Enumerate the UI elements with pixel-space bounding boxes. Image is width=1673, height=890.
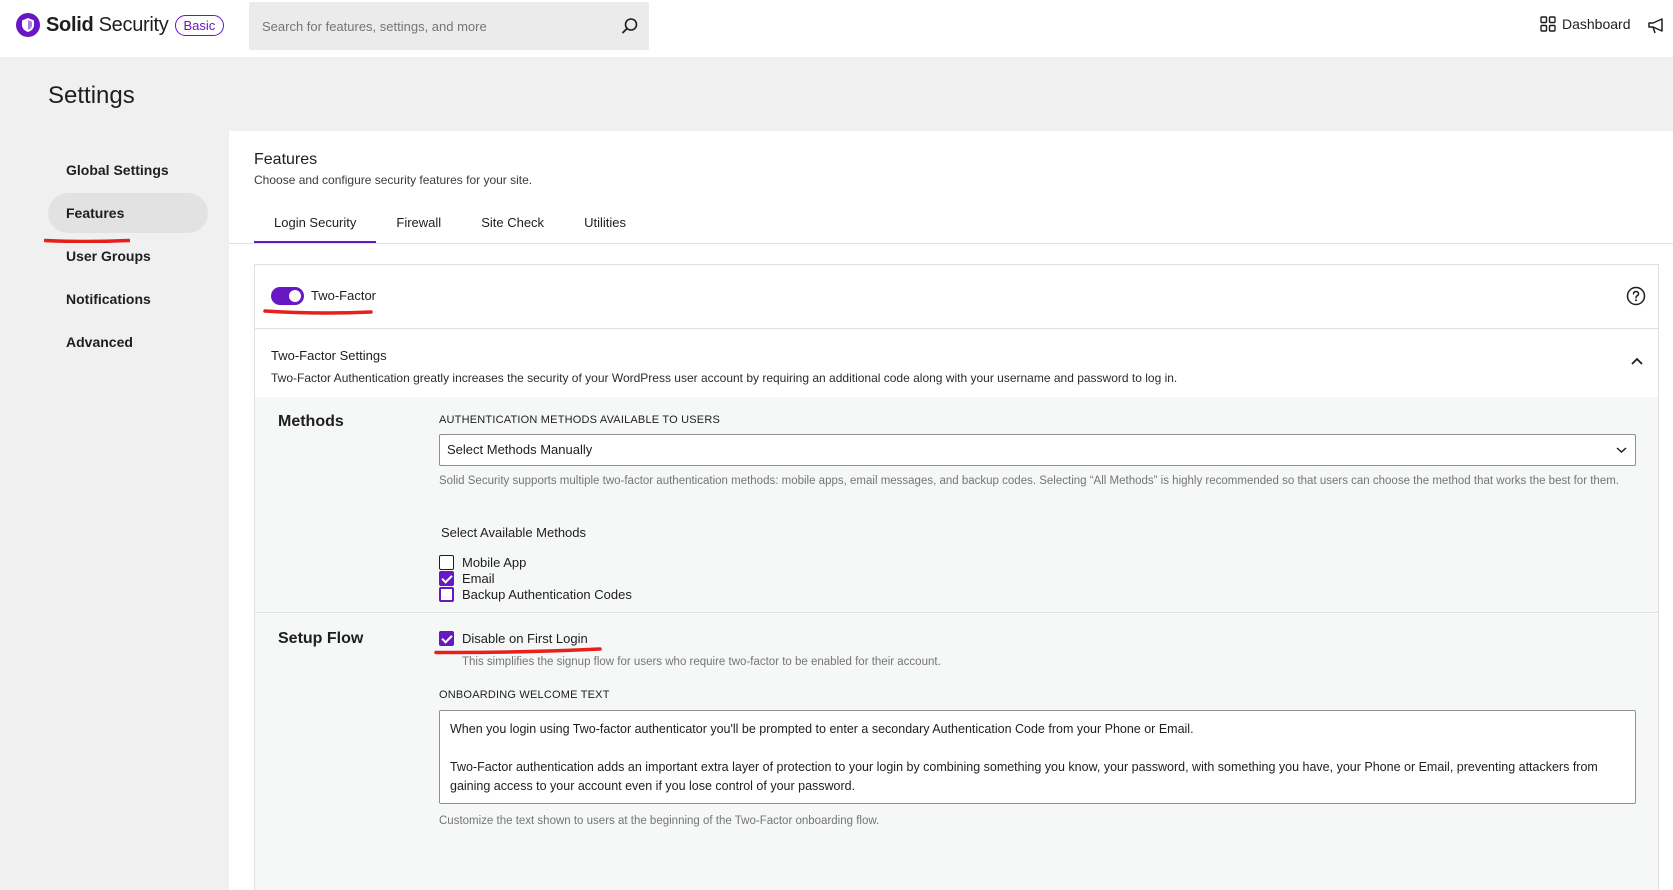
disable-first-login-help: This simplifies the signup flow for user… [462, 656, 941, 668]
method-backup-codes[interactable]: Backup Authentication Codes [439, 586, 632, 602]
tab-firewall[interactable]: Firewall [376, 215, 461, 244]
two-factor-header: Two-Factor [255, 265, 1658, 329]
search-box [249, 2, 649, 50]
tab-divider [229, 243, 1673, 244]
red-annotation-underline [263, 309, 373, 315]
method-mobile-app[interactable]: Mobile App [439, 554, 526, 570]
shield-logo-icon [16, 13, 40, 37]
main-panel: Features Choose and configure security f… [229, 131, 1673, 890]
megaphone-icon[interactable] [1647, 17, 1667, 35]
settings-description: Two-Factor Authentication greatly increa… [271, 371, 1178, 385]
disable-first-login-option[interactable]: Disable on First Login [439, 630, 588, 646]
chevron-up-icon[interactable] [1630, 356, 1644, 366]
tab-login-security[interactable]: Login Security [254, 215, 377, 244]
red-annotation-underline [44, 238, 130, 243]
email-checkbox[interactable] [439, 570, 454, 586]
sidebar-item-notifications[interactable]: Notifications [48, 279, 208, 319]
onboarding-help: Customize the text shown to users at the… [439, 815, 880, 827]
two-factor-card: Two-Factor Two-Factor Settings Two-Facto… [254, 264, 1659, 890]
sidebar-item-advanced[interactable]: Advanced [48, 322, 208, 362]
dashboard-button[interactable]: Dashboard [1540, 16, 1631, 32]
auth-methods-select[interactable]: Select Methods Manually [439, 434, 1636, 466]
tab-bar: Login Security Firewall Site Check Utili… [254, 215, 646, 244]
toggle-knob [289, 290, 301, 302]
logo[interactable]: Solid Security Basic [16, 13, 225, 37]
brand-name-bold: Solid [46, 13, 94, 36]
tab-site-check[interactable]: Site Check [461, 215, 564, 244]
onboarding-welcome-textarea[interactable]: When you login using Two-factor authenti… [439, 710, 1636, 804]
sidebar-item-features[interactable]: Features [48, 193, 208, 233]
brand-name-light: Security [93, 13, 169, 36]
help-icon[interactable] [1626, 286, 1646, 306]
section-title: Features [254, 151, 318, 168]
tab-utilities[interactable]: Utilities [564, 215, 646, 244]
backup-codes-label: Backup Authentication Codes [462, 586, 632, 602]
auth-methods-selected-value: Select Methods Manually [447, 442, 593, 457]
dashboard-label: Dashboard [1562, 16, 1631, 32]
sidebar-item-global-settings[interactable]: Global Settings [48, 150, 208, 190]
page-title: Settings [48, 82, 135, 109]
search-icon[interactable] [621, 17, 639, 35]
settings-title: Two-Factor Settings [271, 348, 387, 363]
plan-badge: Basic [174, 14, 225, 36]
method-email[interactable]: Email [439, 570, 495, 586]
onboarding-field-label: ONBOARDING WELCOME TEXT [439, 689, 610, 701]
top-bar: Solid Security Basic Dashboard [0, 0, 1673, 57]
auth-methods-help: Solid Security supports multiple two-fac… [439, 475, 1619, 487]
two-factor-toggle[interactable] [271, 287, 304, 305]
available-methods-label: Select Available Methods [441, 525, 587, 540]
auth-methods-field-label: AUTHENTICATION METHODS AVAILABLE TO USER… [439, 414, 721, 426]
methods-label: Methods [278, 413, 344, 430]
two-factor-label: Two-Factor [311, 288, 377, 303]
mobile-app-label: Mobile App [462, 554, 527, 570]
email-label: Email [462, 570, 495, 586]
two-factor-settings-header[interactable]: Two-Factor Settings Two-Factor Authentic… [255, 330, 1658, 397]
methods-section: Methods AUTHENTICATION METHODS AVAILABLE… [255, 397, 1658, 613]
setup-flow-section: Setup Flow Disable on First Login This s… [255, 614, 1658, 890]
backup-codes-checkbox[interactable] [439, 586, 454, 602]
search-input[interactable] [249, 2, 649, 50]
brand-name: Solid Security [46, 14, 169, 37]
section-subtitle: Choose and configure security features f… [254, 173, 533, 187]
grid-icon [1540, 16, 1556, 32]
disable-first-login-label: Disable on First Login [462, 630, 588, 646]
setup-flow-label: Setup Flow [278, 630, 364, 647]
chevron-down-icon [1616, 447, 1627, 454]
mobile-app-checkbox[interactable] [439, 554, 454, 570]
disable-first-login-checkbox[interactable] [439, 630, 454, 646]
